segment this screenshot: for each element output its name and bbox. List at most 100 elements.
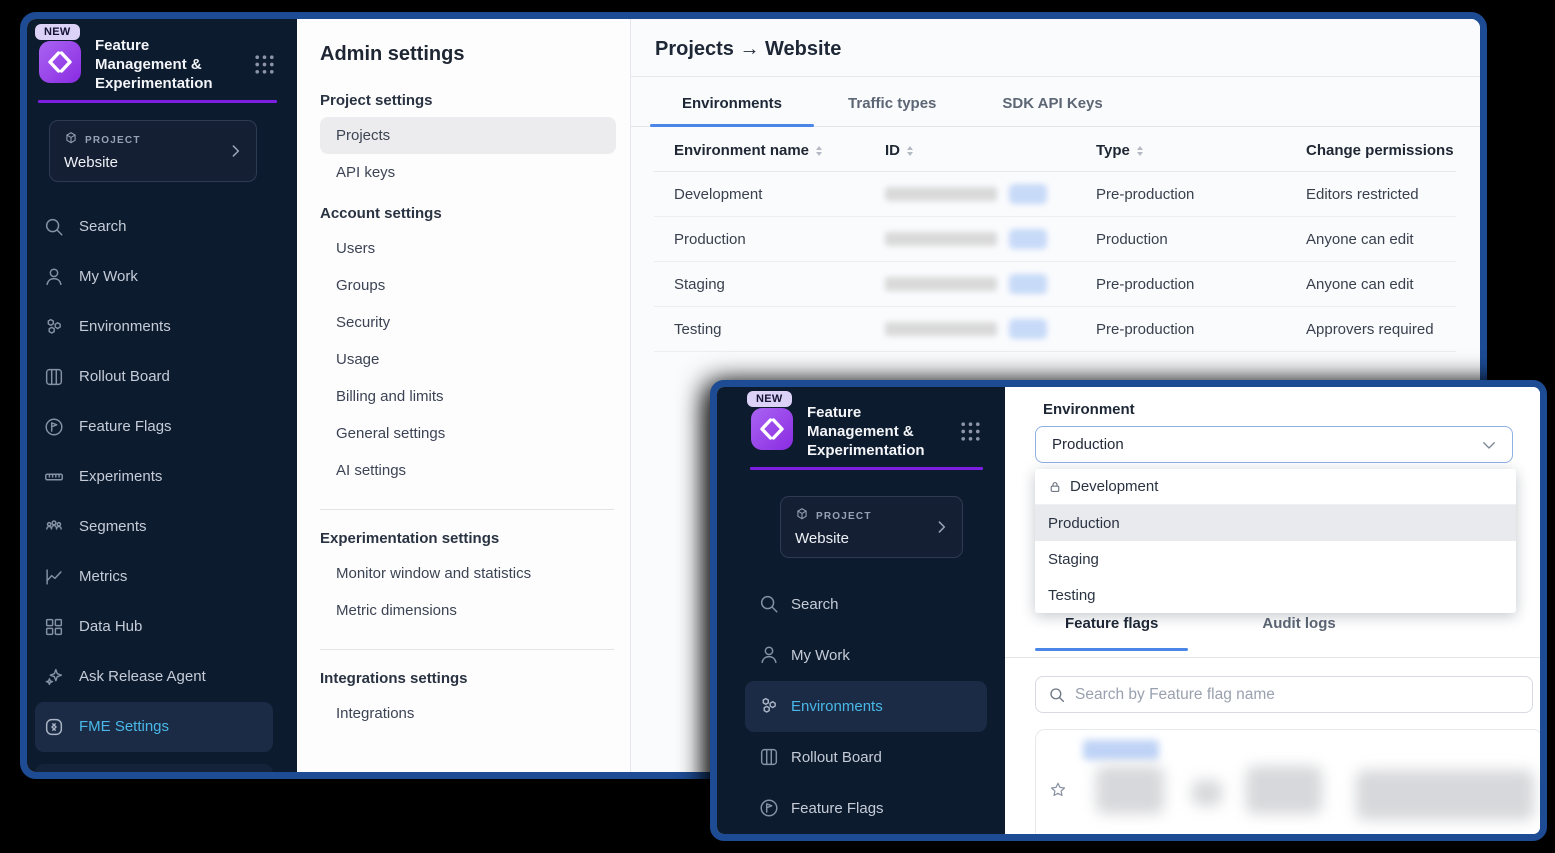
option-label: Development: [1070, 478, 1158, 495]
column-label: ID: [885, 142, 900, 159]
sidebar-item-feature-flags[interactable]: Feature Flags: [27, 402, 297, 452]
project-name: Website: [64, 154, 242, 171]
cell-environment-name: Testing: [654, 307, 865, 351]
environment-option-production[interactable]: Production: [1035, 505, 1516, 541]
experiments-icon: [43, 466, 65, 488]
sidebar-item-rollout-board[interactable]: Rollout Board: [27, 352, 297, 402]
project-selector[interactable]: PROJECT Website: [780, 496, 963, 558]
sidebar-item-experiments[interactable]: Experiments: [27, 452, 297, 502]
environment-option-development[interactable]: Development: [1035, 469, 1516, 505]
divider: [320, 649, 614, 650]
admin-item-users[interactable]: Users: [320, 230, 616, 267]
breadcrumb[interactable]: Projects → Website: [631, 19, 1480, 77]
sidebar-item-feature-flags[interactable]: Feature Flags: [717, 783, 1005, 834]
table-row-production: ProductionProductionAnyone can edit: [654, 217, 1456, 262]
admin-item-metric-dimensions[interactable]: Metric dimensions: [320, 592, 616, 629]
brand-accent-rule: [38, 100, 277, 103]
fme-logo-icon: [750, 407, 794, 456]
environment-select[interactable]: Production: [1035, 426, 1513, 463]
chevron-right-icon: [227, 142, 244, 159]
cell-id: [865, 307, 1076, 351]
environments-icon: [758, 695, 780, 717]
tab-audit-logs[interactable]: Audit logs: [1232, 615, 1365, 649]
column-header-type[interactable]: Type: [1076, 127, 1286, 171]
project-selector[interactable]: PROJECT Website: [49, 120, 257, 182]
redacted-copy-link[interactable]: [1009, 319, 1047, 339]
admin-section-heading-account-settings: Account settings: [320, 205, 616, 222]
metrics-icon: [43, 566, 65, 588]
apps-grid-icon[interactable]: [252, 52, 277, 77]
tab-sdk-api-keys[interactable]: SDK API Keys: [998, 77, 1106, 126]
admin-item-projects[interactable]: Projects: [320, 117, 616, 154]
sidebar-item-rollout-board[interactable]: Rollout Board: [717, 732, 1005, 783]
admin-item-groups[interactable]: Groups: [320, 267, 616, 304]
sidebar-item-search[interactable]: Search: [717, 579, 1005, 630]
overlay-sidebar: NEW Feature Management & Experimentation…: [717, 387, 1005, 834]
tab-feature-flags[interactable]: Feature flags: [1035, 615, 1188, 649]
option-label: Production: [1048, 515, 1120, 532]
cell-environment-name: Production: [654, 217, 865, 261]
column-header-environment-name[interactable]: Environment name: [654, 127, 865, 171]
app-title: Feature Management & Experimentation: [807, 403, 939, 461]
project-label: PROJECT: [85, 135, 141, 146]
admin-item-billing-and-limits[interactable]: Billing and limits: [320, 378, 616, 415]
environment-option-testing[interactable]: Testing: [1035, 577, 1516, 613]
redacted-copy-link[interactable]: [1009, 274, 1047, 294]
sidebar-item-my-work[interactable]: My Work: [717, 630, 1005, 681]
table-row-staging: StagingPre-productionAnyone can edit: [654, 262, 1456, 307]
my-work-icon: [43, 266, 65, 288]
project-cube-icon: [64, 131, 78, 150]
redacted-copy-link[interactable]: [1009, 229, 1047, 249]
divider: [320, 509, 614, 510]
sidebar-header: NEW Feature Management & Experimentation…: [27, 19, 297, 182]
admin-section-heading-integrations-settings: Integrations settings: [320, 670, 616, 687]
apps-grid-icon[interactable]: [958, 419, 983, 444]
project-cube-icon: [795, 507, 809, 526]
redacted-flag-link[interactable]: [1083, 740, 1159, 760]
feature-flag-card: [1035, 729, 1543, 841]
sidebar-item-ask-release-agent[interactable]: Ask Release Agent: [27, 652, 297, 702]
admin-item-integrations[interactable]: Integrations: [320, 695, 616, 732]
sidebar-item-data-hub[interactable]: Data Hub: [27, 602, 297, 652]
cell-type: Production: [1076, 217, 1286, 261]
redacted-id: [885, 277, 997, 291]
admin-item-general-settings[interactable]: General settings: [320, 415, 616, 452]
search-icon: [758, 593, 780, 615]
overlay-tab-bar: Feature flags Audit logs: [1035, 615, 1366, 649]
environment-option-staging[interactable]: Staging: [1035, 541, 1516, 577]
table-row-development: DevelopmentPre-productionEditors restric…: [654, 172, 1456, 217]
sidebar-item-my-work[interactable]: My Work: [27, 252, 297, 302]
overlay-window: NEW Feature Management & Experimentation…: [710, 380, 1547, 841]
redacted-copy-link[interactable]: [1009, 184, 1047, 204]
app-title: Feature Management & Experimentation: [95, 36, 227, 94]
admin-item-usage[interactable]: Usage: [320, 341, 616, 378]
tab-traffic-types[interactable]: Traffic types: [844, 77, 940, 126]
cell-environment-name: Staging: [654, 262, 865, 306]
star-icon[interactable]: [1048, 780, 1068, 800]
admin-item-security[interactable]: Security: [320, 304, 616, 341]
option-label: Staging: [1048, 551, 1099, 568]
admin-item-monitor-window-and-statistics[interactable]: Monitor window and statistics: [320, 555, 616, 592]
option-label: Testing: [1048, 587, 1096, 604]
rollout-board-icon: [43, 366, 65, 388]
admin-item-api-keys[interactable]: API keys: [320, 154, 616, 191]
sidebar-item-environments[interactable]: Environments: [745, 681, 987, 732]
lock-icon: [1048, 480, 1062, 494]
sidebar-item-search[interactable]: Search: [27, 202, 297, 252]
admin-item-ai-settings[interactable]: AI settings: [320, 452, 616, 489]
redacted-content: [1246, 766, 1322, 814]
column-label: Type: [1096, 142, 1130, 159]
tab-environments[interactable]: Environments: [678, 77, 786, 126]
sidebar-item-fme-settings[interactable]: FME Settings: [35, 702, 273, 752]
sidebar-item-label: Ask Release Agent: [79, 668, 206, 685]
environments-icon: [43, 316, 65, 338]
sidebar-item-segments[interactable]: Segments: [27, 502, 297, 552]
feature-flag-search-input[interactable]: [1075, 686, 1520, 704]
sidebar-item-environments[interactable]: Environments: [27, 302, 297, 352]
search-icon: [1048, 686, 1066, 704]
sort-icon: [1137, 146, 1143, 156]
cell-change-permissions: Editors restricted: [1286, 172, 1456, 216]
column-header-id[interactable]: ID: [865, 127, 1076, 171]
sidebar-item-metrics[interactable]: Metrics: [27, 552, 297, 602]
table-row-testing: TestingPre-productionApprovers required: [654, 307, 1456, 352]
